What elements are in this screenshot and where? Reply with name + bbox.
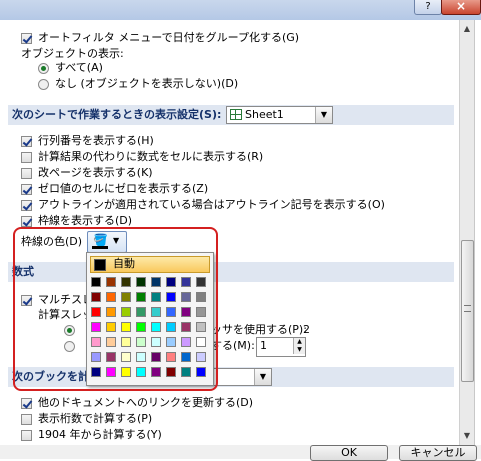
show-page-breaks-label: 改ページを表示する(K) [38, 166, 153, 179]
show-headers-checkbox[interactable] [21, 136, 32, 147]
update-links-checkbox[interactable] [21, 398, 32, 409]
close-button[interactable]: × [441, 0, 481, 15]
chevron-down-icon: ▼ [254, 369, 271, 385]
vertical-scrollbar[interactable]: ▲ ▼ [459, 20, 474, 445]
group-dates-label: オートフィルタ メニューで日付をグループ化する(G) [38, 31, 300, 44]
scroll-up-icon[interactable]: ▲ [460, 22, 474, 36]
objects-all-radio[interactable] [38, 63, 49, 74]
precision-as-displayed-checkbox[interactable] [21, 414, 32, 425]
title-bar-strip [0, 0, 481, 20]
sheet-display-section-title: 次のシートで作業するときの表示設定(S): [12, 108, 222, 121]
group-dates-checkbox[interactable] [21, 33, 32, 44]
sheet-selector-dropdown[interactable]: Sheet1 ▼ [226, 106, 333, 124]
sheet-selector-value: Sheet1 [245, 108, 284, 121]
chevron-down-icon: ▼ [315, 107, 332, 123]
help-icon: ? [425, 1, 431, 12]
show-outline-checkbox[interactable] [21, 200, 32, 211]
show-page-breaks-checkbox[interactable] [21, 168, 32, 179]
show-zeros-label: ゼロ値のセルにゼロを表示する(Z) [38, 182, 209, 195]
objects-all-label: すべて(A) [55, 61, 103, 74]
grip-icon [464, 305, 471, 312]
spin-up-icon[interactable]: ▲ [293, 338, 305, 346]
highlight-outline [13, 227, 218, 391]
close-icon: × [455, 0, 467, 13]
manual-threads-value: 1 [260, 339, 267, 352]
use-threads-label: ッサを使用する(P): [211, 323, 307, 336]
date-1904-checkbox[interactable] [21, 430, 32, 441]
show-outline-label: アウトラインが適用されている場合はアウトライン記号を表示する(O) [38, 198, 385, 211]
objects-display-label: オブジェクトの表示: [21, 47, 124, 60]
date-1904-label: 1904 年から計算する(Y) [38, 428, 162, 441]
show-formulas-label: 計算結果の代わりに数式をセルに表示する(R) [38, 150, 264, 163]
show-zeros-checkbox[interactable] [21, 184, 32, 195]
help-button[interactable]: ? [414, 0, 442, 15]
scroll-down-icon[interactable]: ▼ [460, 429, 474, 443]
objects-none-radio[interactable] [38, 79, 49, 90]
show-formulas-checkbox[interactable] [21, 152, 32, 163]
manual-threads-spinner[interactable]: 1 ▲ ▼ [256, 337, 306, 357]
precision-as-displayed-label: 表示桁数で計算する(P) [38, 412, 153, 425]
sheet-icon [230, 109, 242, 120]
book-selector-dropdown[interactable]: ▼ [210, 368, 272, 386]
show-gridlines-checkbox[interactable] [21, 216, 32, 227]
objects-none-label: なし (オブジェクトを表示しない)(D) [55, 77, 239, 90]
use-threads-value: 2 [303, 323, 310, 336]
show-headers-label: 行列番号を表示する(H) [38, 134, 154, 147]
update-links-label: 他のドキュメントへのリンクを更新する(D) [38, 396, 254, 409]
show-gridlines-label: 枠線を表示する(D) [38, 214, 133, 227]
spin-down-icon[interactable]: ▼ [293, 346, 305, 354]
scrollbar-thumb[interactable] [461, 240, 474, 382]
